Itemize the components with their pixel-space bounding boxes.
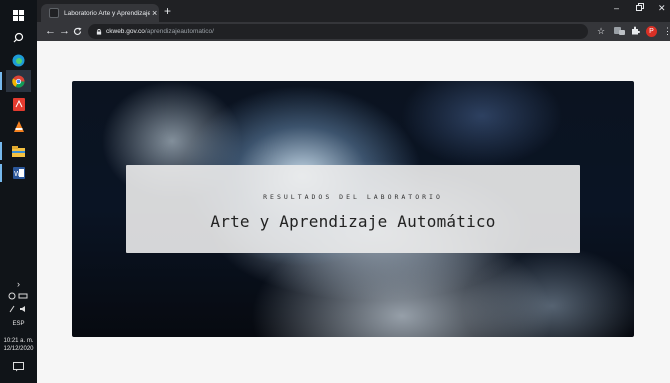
browser-tab[interactable]: Laboratorio Arte y Aprendizaje A ×	[41, 4, 159, 22]
url-path: /aprendizajeautomatico/	[144, 28, 214, 35]
folder-icon	[12, 145, 25, 157]
word-icon: W	[12, 167, 25, 179]
extension-icon[interactable]	[614, 26, 625, 39]
taskbar-vlc[interactable]	[6, 116, 31, 138]
extensions-puzzle-icon[interactable]	[631, 26, 640, 38]
notifications-button[interactable]	[0, 362, 37, 375]
active-indicator	[0, 142, 2, 160]
notification-icon	[13, 362, 24, 372]
hero-banner-image: RESULTADOS DEL LABORATORIO Arte y Aprend…	[72, 81, 634, 337]
taskbar-acrobat[interactable]	[6, 93, 31, 115]
close-window-button[interactable]: ✕	[658, 3, 666, 14]
taskbar-edge[interactable]	[6, 49, 31, 71]
active-indicator	[0, 72, 2, 90]
tab-strip: Laboratorio Arte y Aprendizaje A × + – ✕	[37, 0, 670, 22]
vlc-icon	[13, 121, 24, 132]
battery-network-icon	[8, 292, 27, 300]
search-icon	[13, 32, 24, 42]
puzzle-icon	[632, 26, 640, 35]
back-button[interactable]: ←	[45, 24, 56, 38]
language-indicator[interactable]: ESP	[0, 320, 37, 328]
taskbar-explorer[interactable]	[6, 140, 31, 162]
bookmark-star-icon[interactable]: ☆	[597, 26, 605, 37]
reload-button[interactable]	[73, 24, 82, 40]
close-tab-icon[interactable]: ×	[152, 8, 157, 18]
clock-time[interactable]: 10:21 a. m.	[0, 337, 37, 345]
forward-button[interactable]: →	[59, 24, 70, 38]
minimize-button[interactable]: –	[614, 3, 619, 13]
tab-title: Laboratorio Arte y Aprendizaje A	[64, 9, 150, 17]
windows-start-button[interactable]	[6, 4, 31, 26]
windows-logo-icon	[13, 9, 24, 21]
extension-badge-icon	[614, 27, 625, 35]
taskbar-word[interactable]: W	[6, 162, 31, 184]
active-indicator	[0, 164, 2, 182]
hero-title-card: RESULTADOS DEL LABORATORIO Arte y Aprend…	[126, 165, 580, 253]
tray-icons-row-1[interactable]	[0, 292, 37, 303]
pen-volume-icon	[9, 305, 25, 313]
hero-title: Arte y Aprendizaje Automático	[210, 212, 496, 231]
chrome-window: Laboratorio Arte y Aprendizaje A × + – ✕…	[37, 0, 670, 383]
tray-icons-row-2[interactable]	[0, 305, 37, 316]
pdf-icon	[12, 97, 25, 111]
address-bar[interactable]: ckweb.gov.co/aprendizajeautomatico/	[88, 24, 588, 39]
reload-icon	[73, 27, 82, 35]
restore-icon	[636, 3, 644, 11]
url-text: ckweb.gov.co/aprendizajeautomatico/	[106, 28, 214, 35]
restore-button[interactable]	[636, 3, 644, 13]
edge-icon	[12, 54, 25, 66]
new-tab-button[interactable]: +	[164, 4, 171, 18]
url-host: ckweb.gov.co	[106, 28, 145, 35]
web-page: RESULTADOS DEL LABORATORIO Arte y Aprend…	[37, 41, 670, 383]
menu-kebab-icon[interactable]: ⋮	[663, 26, 670, 37]
browser-toolbar: ← → ckweb.gov.co/aprendizajeautomatico/ …	[37, 22, 670, 41]
search-button[interactable]	[6, 26, 31, 48]
profile-avatar[interactable]: P	[646, 26, 657, 37]
hero-overline: RESULTADOS DEL LABORATORIO	[263, 193, 443, 201]
chrome-icon	[12, 75, 25, 88]
clock-date[interactable]: 12/12/2020	[0, 345, 37, 353]
favicon-icon	[49, 8, 59, 18]
taskbar-chrome[interactable]	[6, 70, 31, 92]
show-hidden-icons-button[interactable]: ›	[0, 280, 37, 289]
svg-text:W: W	[14, 170, 21, 178]
lock-icon	[96, 28, 102, 35]
windows-taskbar: W › ESP 10:21 a. m. 12/12/2020	[0, 0, 37, 383]
